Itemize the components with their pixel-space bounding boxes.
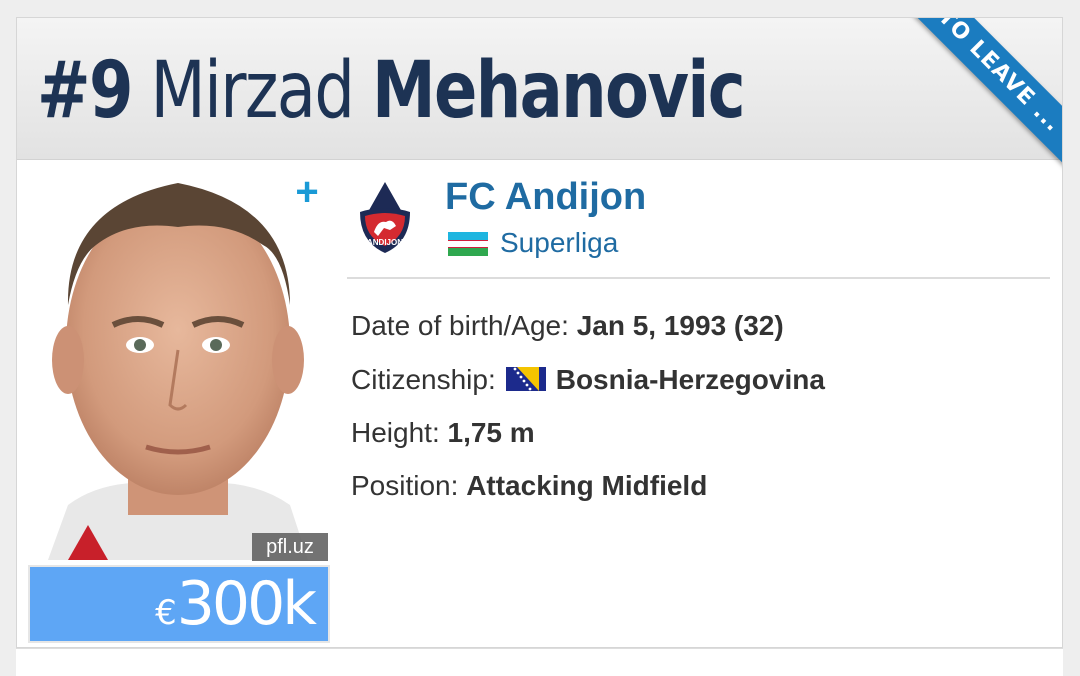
divider (347, 277, 1050, 279)
market-value-currency: € (155, 593, 177, 633)
position-value: Attacking Midfield (466, 470, 708, 501)
plus-icon[interactable]: + (290, 172, 324, 212)
uzbekistan-flag-icon (448, 232, 488, 256)
market-value-amount: 300k (176, 569, 317, 639)
height-row: Height: 1,75 m (351, 415, 535, 451)
player-first-name: Mirzad (150, 46, 355, 136)
club-name-link[interactable]: FC Andijon (445, 173, 646, 221)
height-label: Height: (351, 417, 440, 448)
player-header: #9 Mirzad Mehanovic TO LEAVE ... (17, 18, 1062, 185)
dob-label: Date of birth/Age: (351, 310, 569, 341)
position-row: Position: Attacking Midfield (351, 468, 707, 504)
photo-credit[interactable]: pfl.uz (252, 533, 328, 561)
citizenship-label: Citizenship: (351, 364, 496, 395)
fc-andijon-crest-icon[interactable]: ANDIJON (356, 182, 414, 254)
to-leave-ribbon: TO LEAVE ... (885, 18, 1062, 185)
next-section (16, 648, 1063, 676)
dob-value: Jan 5, 1993 (32) (576, 310, 784, 341)
citizenship-value: Bosnia-Herzegovina (555, 364, 825, 395)
player-portrait-image (48, 183, 308, 560)
position-label: Position: (351, 470, 459, 501)
citizenship-row: Citizenship: Bosnia-Herzegovina (351, 362, 825, 398)
shirt-number: #9 (37, 46, 133, 136)
player-title: #9 Mirzad Mehanovic (37, 46, 746, 136)
dob-row: Date of birth/Age: Jan 5, 1993 (32) (351, 308, 784, 344)
player-photo (28, 165, 328, 560)
league-link[interactable]: Superliga (500, 225, 618, 261)
player-last-name: Mehanovic (371, 46, 746, 136)
market-value-box[interactable]: €300k (28, 565, 330, 643)
crest-text: ANDIJON (367, 238, 403, 247)
height-value: 1,75 m (447, 417, 535, 448)
bosnia-flag-icon (505, 367, 546, 391)
